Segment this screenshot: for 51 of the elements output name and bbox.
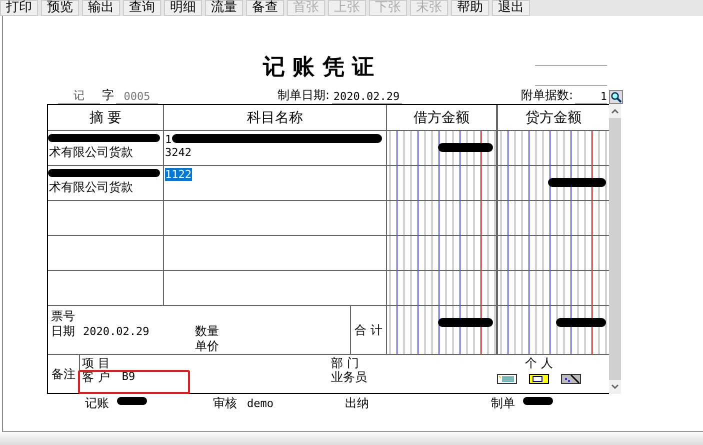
card-icon[interactable] xyxy=(529,374,550,384)
subject-text: 1122 xyxy=(165,168,192,181)
subject-text: 3242 xyxy=(165,146,192,159)
quantity-label: 数量 xyxy=(195,324,220,339)
project-label: 项 目 xyxy=(82,356,111,370)
total-label: 合 计 xyxy=(351,306,387,354)
subject-text: 1 xyxy=(165,133,172,146)
department-label: 部 门 xyxy=(331,356,360,370)
column-header: 科目名称 xyxy=(164,105,387,130)
type-suffix: 字 xyxy=(102,87,114,104)
caret-up-icon[interactable] xyxy=(611,108,619,114)
notes-label: 备注 xyxy=(48,355,80,393)
signature-value: demo xyxy=(247,397,274,410)
voucher-number: 0005 xyxy=(116,90,158,104)
attachments-label: 附单据数: xyxy=(520,87,573,104)
list-icon[interactable] xyxy=(497,374,518,384)
search-icon[interactable] xyxy=(609,90,623,104)
customer-value: B9 xyxy=(122,370,136,384)
toolbar-button[interactable]: 查询 xyxy=(123,0,161,16)
caret-down-icon[interactable] xyxy=(611,384,619,390)
voucher-title: 记 账 凭 证 xyxy=(263,53,374,82)
entry-date: 2020.02.29 xyxy=(83,324,150,339)
toolbar-button[interactable]: 退出 xyxy=(492,0,530,16)
voucher-date: 2020.02.29 xyxy=(332,90,402,104)
toolbar-button[interactable]: 帮助 xyxy=(451,0,489,16)
toolbar-button[interactable]: 输出 xyxy=(82,0,120,16)
summary-text: 术有限公司货款 xyxy=(49,181,134,194)
salesperson-label: 业务员 xyxy=(331,370,368,384)
attachments-count: 1 xyxy=(575,90,607,104)
column-header: 借方金额 xyxy=(387,105,498,130)
column-header: 摘 要 xyxy=(48,105,164,130)
price-label: 单价 xyxy=(195,339,220,354)
customer-label: 客 户 xyxy=(82,370,110,384)
toolbar-button[interactable]: 流量 xyxy=(205,0,243,16)
toolbar-button[interactable]: 预览 xyxy=(41,0,79,16)
signature-label: 记账 xyxy=(85,395,109,412)
signature-label: 制单 xyxy=(491,395,515,412)
date-label: 制单日期: xyxy=(277,87,330,104)
toolbar-button[interactable]: 明细 xyxy=(164,0,202,16)
person-label: 个 人 xyxy=(525,356,553,370)
wand-icon[interactable] xyxy=(561,374,582,384)
signature-label: 审核 xyxy=(213,395,237,412)
scrollbar[interactable] xyxy=(609,104,621,394)
date-label: 日期 xyxy=(51,324,75,339)
summary-text: 术有限公司货款 xyxy=(49,146,134,159)
signature-label: 出纳 xyxy=(345,395,369,412)
toolbar-button[interactable]: 备查 xyxy=(246,0,284,16)
column-header: 贷方金额 xyxy=(524,108,582,128)
voucher-type: 记 xyxy=(58,88,100,104)
toolbar-button[interactable]: 打印 xyxy=(0,0,38,16)
ticket-label: 票号 xyxy=(51,309,76,324)
